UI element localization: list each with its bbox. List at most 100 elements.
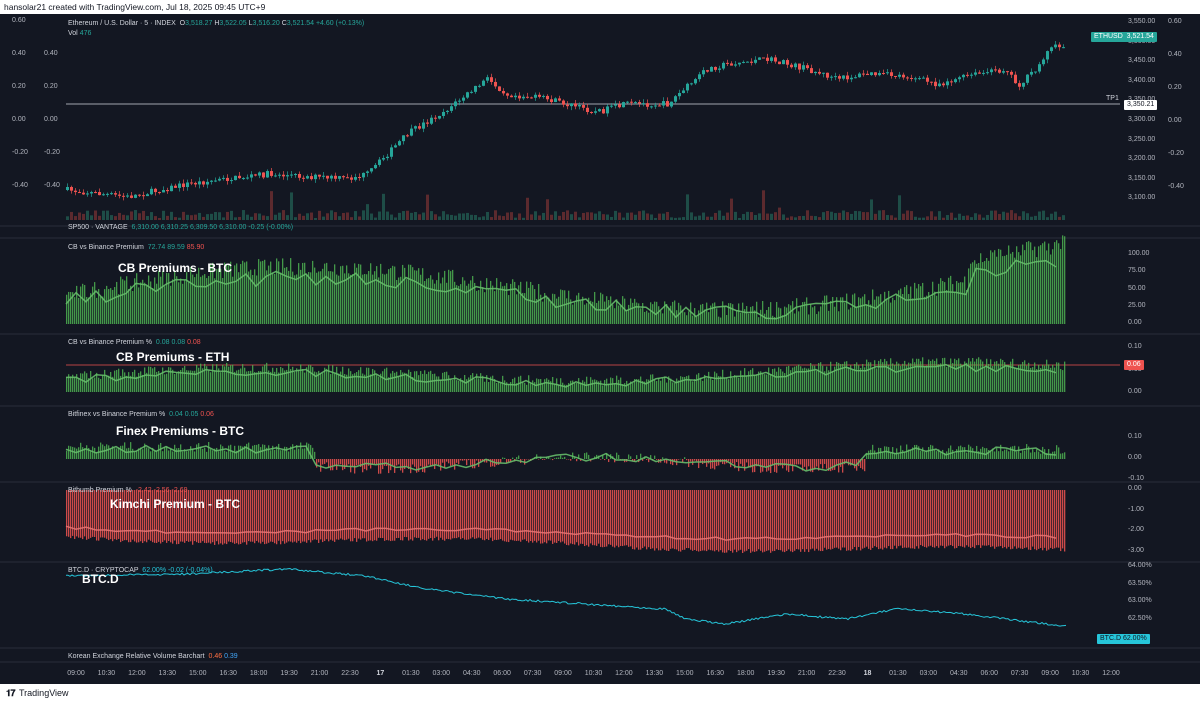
kimchi-bar: [594, 490, 596, 546]
candle-body: [154, 188, 157, 193]
cb-btc-label[interactable]: CB vs Binance Premium: [68, 244, 144, 251]
cb-eth-bar: [526, 384, 528, 392]
kimchi-bar: [866, 490, 868, 547]
volume-bar: [298, 213, 301, 220]
kimchi-bar: [412, 490, 414, 541]
kimchi-bar: [616, 490, 618, 546]
cb-btc-bar: [746, 306, 748, 324]
kimchi-bar: [1056, 490, 1058, 548]
volume-bar: [266, 216, 269, 220]
finex-bar: [962, 447, 964, 459]
kimchi-bar: [530, 490, 532, 542]
candle-body: [638, 102, 641, 104]
volume-bar: [650, 214, 653, 220]
kimchi-bar: [70, 490, 72, 539]
cb-btc-value-3: 85.90: [186, 244, 205, 251]
cb-eth-bar: [310, 365, 312, 392]
cb-eth-bar: [966, 362, 968, 392]
cb-eth-bar: [770, 374, 772, 392]
volume-bar: [290, 192, 293, 220]
cb-btc-bar: [192, 274, 194, 324]
chart-canvas[interactable]: [0, 14, 1200, 684]
volume-bar: [214, 211, 217, 220]
cb-btc-bar: [392, 265, 394, 324]
sp500-value-4: 6,310.00: [219, 224, 247, 231]
cb-eth-bar: [612, 378, 614, 392]
cb-eth-bar: [348, 368, 350, 392]
finex-bar: [566, 459, 568, 460]
cb-eth-bar: [276, 367, 278, 392]
cb-btc-bar: [922, 282, 924, 324]
cb-eth-bar: [742, 375, 744, 392]
finex-bar: [528, 459, 530, 460]
kimchi-bar: [66, 490, 68, 537]
cb-eth-bar: [912, 358, 914, 392]
time-axis-tick: 16:30: [219, 670, 237, 677]
volume-bar: [630, 212, 633, 220]
cb-btc-bar: [582, 296, 584, 324]
cb-btc-bar: [576, 295, 578, 324]
btcd-badge-label: BTC.D: [1100, 635, 1121, 642]
finex-bar: [442, 459, 444, 463]
candle-body: [830, 76, 833, 78]
chart-area[interactable]: Ethereum / U.S. Dollar · 5 · INDEX O3,51…: [0, 14, 1200, 684]
volume-bar: [366, 204, 369, 220]
cb-btc-bar: [810, 303, 812, 324]
kimchi-value-1: -2.42: [135, 487, 152, 494]
cb-eth-bar: [366, 367, 368, 392]
volume-bar: [1038, 211, 1041, 220]
finex-bar: [806, 459, 808, 471]
finex-bar: [260, 447, 262, 459]
volume-bar: [962, 215, 965, 220]
cb-eth-bar: [838, 362, 840, 392]
sp500-label[interactable]: SP500 · VANTAGE: [68, 224, 128, 231]
kimchi-bar: [844, 490, 846, 548]
cb-btc-bar: [402, 264, 404, 324]
finex-bar: [410, 459, 412, 474]
cb-btc-bar: [768, 306, 770, 324]
finex-bar: [648, 459, 650, 463]
symbol-name[interactable]: Ethereum / U.S. Dollar · 5 · INDEX: [68, 20, 176, 27]
cb-btc-bar: [378, 277, 380, 324]
finex-bar: [116, 448, 118, 459]
candle-body: [930, 81, 933, 83]
candle-body: [750, 61, 753, 63]
cb-btc-bar: [850, 307, 852, 324]
cb-eth-bar: [438, 376, 440, 392]
finex-bar: [584, 453, 586, 459]
kimchi-bar: [390, 490, 392, 542]
kimchi-label[interactable]: Bithumb Premium %: [68, 487, 132, 494]
cb-btc-bar: [916, 288, 918, 324]
volume-bar: [750, 212, 753, 220]
cb-eth-label[interactable]: CB vs Binance Premium %: [68, 339, 152, 346]
cb-btc-bar: [292, 271, 294, 324]
candle-body: [682, 90, 685, 94]
cb-btc-bar: [770, 302, 772, 324]
finex-bar: [496, 459, 498, 466]
kimchi-bar: [630, 490, 632, 547]
volume-bar: [342, 212, 345, 220]
korean-label[interactable]: Korean Exchange Relative Volume Barchart: [68, 653, 205, 660]
volume-bar: [254, 213, 257, 220]
kimchi-bar: [970, 490, 972, 549]
tradingview-logo-icon[interactable]: 𝟏𝟕: [6, 688, 16, 698]
candle-body: [978, 72, 981, 74]
cb-btc-bar: [1036, 257, 1038, 324]
cb-eth-bar: [256, 372, 258, 392]
cb-eth-bar: [154, 367, 156, 392]
cb-btc-bar: [958, 282, 960, 324]
cb-eth-bar: [772, 368, 774, 392]
kimchi-bar: [874, 490, 876, 547]
cb-btc-bar: [1062, 235, 1064, 324]
finex-bar: [930, 444, 932, 459]
candle-body: [174, 185, 177, 188]
finex-bar: [774, 459, 776, 472]
footer-brand[interactable]: TradingView: [19, 688, 69, 698]
cb-btc-bar: [342, 265, 344, 324]
kimchi-bar: [916, 490, 918, 547]
cb-btc-bar: [918, 284, 920, 324]
finex-bar: [178, 448, 180, 459]
finex-label[interactable]: Bitfinex vs Binance Premium %: [68, 411, 165, 418]
candle-body: [90, 192, 93, 194]
cb-eth-bar: [1020, 364, 1022, 392]
